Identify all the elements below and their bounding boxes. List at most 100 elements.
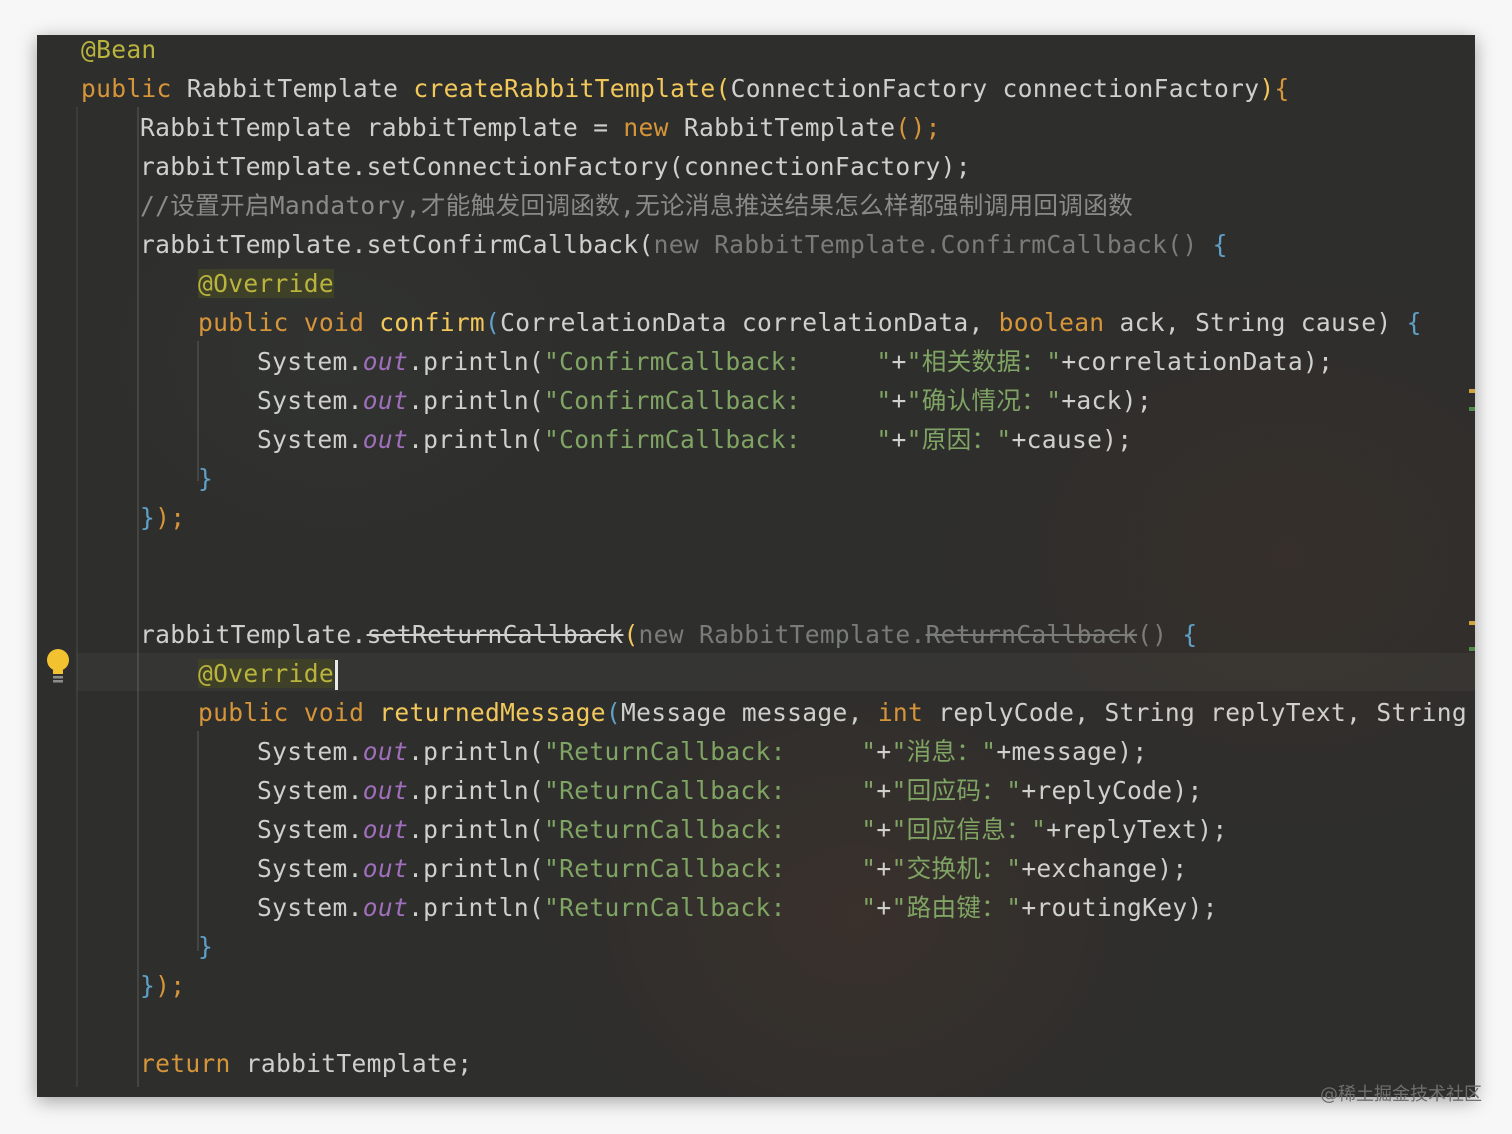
string-token: "原因：" [906, 425, 1012, 454]
code-line-23[interactable]: }); [140, 968, 185, 1004]
code-token: .println( [408, 893, 545, 922]
code-line-7[interactable]: @Override [198, 266, 334, 302]
code-line-15[interactable]: @Override [198, 656, 338, 692]
code-line-19[interactable]: System.out.println("ReturnCallback: "+"回… [257, 812, 1227, 848]
code-editor[interactable]: @Bean public RabbitTemplate createRabbit… [37, 35, 1475, 1097]
code-line-16[interactable]: public void returnedMessage(Message mess… [198, 695, 1475, 731]
code-line-20[interactable]: System.out.println("ReturnCallback: "+"交… [257, 851, 1188, 887]
string-token: "ConfirmCallback: " [544, 425, 892, 454]
code-token: rabbitTemplate; [245, 1049, 473, 1078]
paren-token: ( [485, 308, 501, 337]
code-token: RabbitTemplate rabbitTemplate = [140, 113, 624, 142]
code-line-14[interactable]: rabbitTemplate.setReturnCallback(new Rab… [140, 617, 1198, 653]
scroll-marker-change[interactable] [1469, 647, 1475, 651]
code-token: ack, String cause) [1119, 308, 1407, 337]
comment-token: //设置开启Mandatory,才能触发回调函数,无论消息推送结果怎么样都强制调… [140, 191, 1133, 220]
code-token: +replyText); [1046, 815, 1228, 844]
lightbulb-icon[interactable] [46, 647, 70, 687]
string-token: "ReturnCallback: " [544, 776, 877, 805]
code-line-2[interactable]: public RabbitTemplate createRabbitTempla… [81, 71, 1290, 107]
scroll-marker-warning[interactable] [1469, 621, 1475, 625]
indent-guide [197, 731, 199, 951]
code-token: replyCode, String replyText, String ex [938, 698, 1475, 727]
code-token: + [876, 776, 892, 805]
keyword-token: public [81, 74, 187, 103]
code-token: System. [257, 815, 363, 844]
annotation-token: @Override [198, 269, 334, 298]
code-token: + [891, 386, 907, 415]
annotation-token: @Override [198, 659, 334, 688]
brace-token: } [198, 932, 214, 961]
brace-token: } [140, 971, 156, 1000]
code-token: +ack); [1061, 386, 1152, 415]
text-caret [334, 660, 338, 690]
code-token: + [891, 347, 907, 376]
type-token: RabbitTemplate [186, 74, 414, 103]
code-line-13[interactable]: }); [140, 500, 185, 536]
code-token: rabbitTemplate. [140, 620, 367, 649]
keyword-token: public void [198, 698, 380, 727]
string-token: "消息：" [891, 737, 997, 766]
code-token: Message message, [621, 698, 878, 727]
code-token: ); [155, 503, 186, 532]
string-token: "ConfirmCallback: " [544, 347, 892, 376]
string-token: "ConfirmCallback: " [544, 386, 892, 415]
field-token: out [362, 854, 409, 883]
code-token: + [876, 893, 892, 922]
code-line-4[interactable]: rabbitTemplate.setConnectionFactory(conn… [140, 149, 971, 185]
code-line-21[interactable]: System.out.println("ReturnCallback: "+"路… [257, 890, 1218, 926]
brace-token: } [198, 464, 214, 493]
string-token: "确认情况：" [906, 386, 1062, 415]
code-line-17[interactable]: System.out.println("ReturnCallback: "+"消… [257, 734, 1148, 770]
paren-token: ( [623, 620, 639, 649]
scroll-marker-warning[interactable] [1469, 389, 1475, 393]
code-line-1[interactable]: @Bean [81, 35, 157, 68]
code-token: +exchange); [1021, 854, 1188, 883]
string-token: "ReturnCallback: " [544, 893, 877, 922]
anonymous-class-token: new RabbitTemplate.ConfirmCallback() [653, 230, 1213, 259]
code-line-8[interactable]: public void confirm(CorrelationData corr… [198, 305, 1422, 341]
code-line-10[interactable]: System.out.println("ConfirmCallback: "+"… [257, 383, 1152, 419]
method-name-token: createRabbitTemplate [413, 74, 716, 103]
keyword-token: int [877, 698, 939, 727]
field-token: out [362, 737, 409, 766]
code-token: (); [895, 113, 941, 142]
code-line-6[interactable]: rabbitTemplate.setConfirmCallback(new Ra… [140, 227, 1228, 263]
field-token: out [362, 815, 409, 844]
gutter-divider [76, 107, 78, 1087]
keyword-token: return [140, 1049, 246, 1078]
string-token: "相关数据：" [906, 347, 1062, 376]
string-token: "回应码：" [891, 776, 1022, 805]
code-line-3[interactable]: RabbitTemplate rabbitTemplate = new Rabb… [140, 110, 941, 146]
scroll-marker-change[interactable] [1469, 407, 1475, 411]
code-token: + [876, 737, 892, 766]
code-token: +routingKey); [1021, 893, 1218, 922]
paren-token: ( [715, 74, 731, 103]
code-token: System. [257, 347, 363, 376]
code-line-5[interactable]: //设置开启Mandatory,才能触发回调函数,无论消息推送结果怎么样都强制调… [140, 188, 1133, 224]
code-line-22[interactable]: } [198, 929, 213, 965]
watermark-text: @稀土掘金技术社区 [1320, 1084, 1482, 1105]
code-line-12[interactable]: } [198, 461, 213, 497]
code-line-9[interactable]: System.out.println("ConfirmCallback: "+"… [257, 344, 1333, 380]
method-name-token: confirm [379, 308, 486, 337]
code-line-11[interactable]: System.out.println("ConfirmCallback: "+"… [257, 422, 1132, 458]
code-token: System. [257, 737, 363, 766]
code-token: System. [257, 386, 363, 415]
code-token: .println( [408, 776, 545, 805]
string-token: "路由键：" [891, 893, 1022, 922]
code-token: +correlationData); [1061, 347, 1334, 376]
paren-token: ( [605, 698, 621, 727]
code-token: + [876, 854, 892, 883]
code-line-18[interactable]: System.out.println("ReturnCallback: "+"回… [257, 773, 1203, 809]
brace-token: { [1406, 308, 1422, 337]
code-token: .println( [408, 386, 545, 415]
indent-guide [137, 263, 139, 495]
annotation-token: @Bean [81, 35, 157, 64]
code-token: rabbitTemplate.setConfirmCallback( [140, 230, 654, 259]
anonymous-class-token: () [1137, 620, 1183, 649]
code-line-24[interactable]: return rabbitTemplate; [140, 1046, 472, 1082]
string-token: "交换机：" [891, 854, 1022, 883]
code-token: .println( [408, 815, 545, 844]
code-token: ); [155, 971, 186, 1000]
